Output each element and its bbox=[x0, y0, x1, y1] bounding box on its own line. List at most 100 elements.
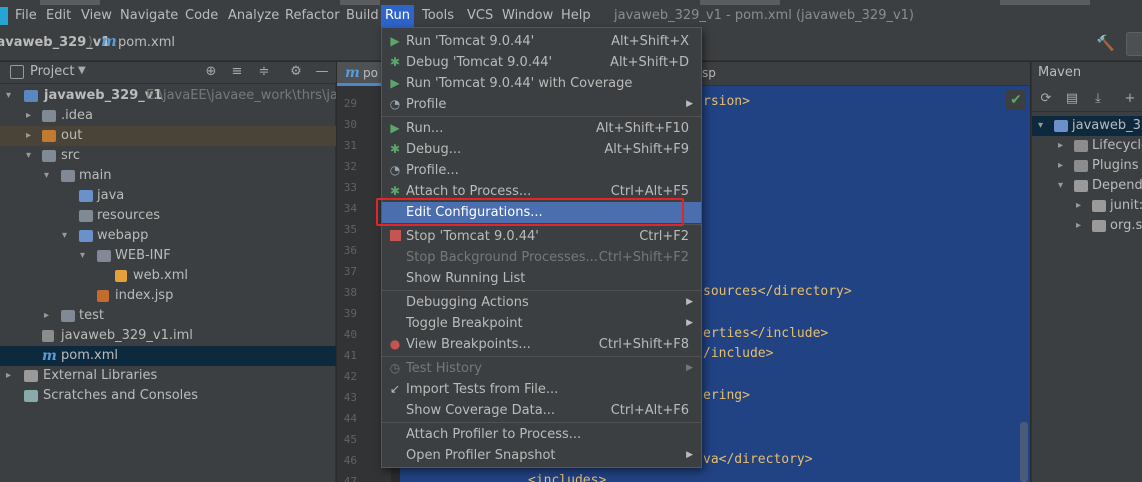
add-icon[interactable]: + bbox=[1122, 91, 1138, 107]
tree-node-resources[interactable]: resources bbox=[0, 206, 336, 226]
menu-help[interactable]: Help bbox=[557, 5, 595, 27]
expand-arrow-icon[interactable]: ▾ bbox=[80, 246, 92, 266]
menu-view[interactable]: View bbox=[77, 5, 116, 27]
menu-item-profile-submenu[interactable]: ◔ Profile ▶ bbox=[382, 94, 701, 115]
tree-label: WEB-INF bbox=[115, 248, 171, 263]
menu-item-stop-tomcat[interactable]: Stop 'Tomcat 9.0.44' Ctrl+F2 bbox=[382, 226, 701, 247]
source-folder-icon bbox=[79, 190, 93, 202]
menu-file[interactable]: File bbox=[11, 5, 41, 27]
menu-window[interactable]: Window bbox=[498, 5, 557, 27]
menu-item-run[interactable]: ▶ Run... Alt+Shift+F10 bbox=[382, 118, 701, 139]
collapse-arrow-icon[interactable]: ▸ bbox=[1058, 136, 1063, 156]
menu-item-test-history[interactable]: ◷ Test History ▶ bbox=[382, 358, 701, 379]
download-icon[interactable]: ⤓ bbox=[1090, 91, 1106, 107]
maven-node-project[interactable]: ▾ javaweb_329 bbox=[1032, 116, 1142, 136]
tree-node-iml[interactable]: javaweb_329_v1.iml bbox=[0, 326, 336, 346]
editor-tab-index-jsp[interactable]: sp bbox=[702, 66, 716, 80]
expand-arrow-icon[interactable]: ▾ bbox=[6, 86, 18, 106]
folder-settings-icon[interactable]: ▤ bbox=[1064, 91, 1080, 107]
menu-item-show-coverage-data[interactable]: Show Coverage Data... Ctrl+Alt+F6 bbox=[382, 400, 701, 421]
expand-arrow-icon[interactable]: ▾ bbox=[26, 146, 38, 166]
tree-node-scratches[interactable]: Scratches and Consoles bbox=[0, 386, 336, 406]
editor-tab-pom-xml[interactable]: m po bbox=[337, 62, 381, 86]
menu-analyze[interactable]: Analyze bbox=[224, 5, 283, 27]
collapse-arrow-icon[interactable]: ▸ bbox=[26, 106, 38, 126]
tree-node-webapp[interactable]: ▾ webapp bbox=[0, 226, 336, 246]
menu-item-import-tests[interactable]: ↙ Import Tests from File... bbox=[382, 379, 701, 400]
inspection-ok-icon[interactable]: ✔ bbox=[1006, 90, 1026, 110]
maven-node-spring[interactable]: ▸ org.sp bbox=[1032, 216, 1142, 236]
tree-node-src[interactable]: ▾ src bbox=[0, 146, 336, 166]
tree-node-out[interactable]: ▸ out bbox=[0, 126, 336, 146]
run-config-selector[interactable] bbox=[1126, 32, 1142, 56]
project-panel-title[interactable]: Project bbox=[30, 64, 74, 79]
menu-item-profile[interactable]: ◔ Profile... bbox=[382, 160, 701, 181]
maven-node-junit[interactable]: ▸ junit:ju bbox=[1032, 196, 1142, 216]
maven-project-icon bbox=[1054, 120, 1068, 132]
menu-item-toggle-breakpoint[interactable]: Toggle Breakpoint ▶ bbox=[382, 313, 701, 334]
menu-item-view-breakpoints[interactable]: ● View Breakpoints... Ctrl+Shift+F8 bbox=[382, 334, 701, 355]
tree-node-test[interactable]: ▸ test bbox=[0, 306, 336, 326]
menu-tools[interactable]: Tools bbox=[418, 5, 458, 27]
tree-node-index-jsp[interactable]: index.jsp bbox=[0, 286, 336, 306]
menu-item-label: Stop Background Processes... bbox=[406, 250, 598, 265]
menu-edit[interactable]: Edit bbox=[42, 5, 75, 27]
menu-item-label: Run 'Tomcat 9.0.44' bbox=[406, 34, 535, 49]
maven-node-plugins[interactable]: ▸ Plugins bbox=[1032, 156, 1142, 176]
library-icon bbox=[1092, 220, 1106, 232]
menu-vcs[interactable]: VCS bbox=[463, 5, 497, 27]
menu-item-run-tomcat[interactable]: ▶ Run 'Tomcat 9.0.44' Alt+Shift+X bbox=[382, 31, 701, 52]
menu-item-stop-background-processes[interactable]: Stop Background Processes... Ctrl+Shift+… bbox=[382, 247, 701, 268]
line-number: 42 bbox=[343, 370, 357, 383]
xml-file-icon bbox=[115, 270, 127, 282]
breadcrumb-file[interactable]: pom.xml bbox=[118, 35, 175, 50]
tree-node-pom-xml[interactable]: m pom.xml bbox=[0, 346, 336, 366]
menu-run[interactable]: Run bbox=[381, 5, 414, 27]
collapse-all-icon[interactable]: ≡ bbox=[229, 64, 245, 80]
menu-item-run-with-coverage[interactable]: ▶ Run 'Tomcat 9.0.44' with Coverage bbox=[382, 73, 701, 94]
build-hammer-icon[interactable]: 🔨 bbox=[1096, 34, 1115, 52]
editor-scrollbar[interactable] bbox=[1020, 422, 1028, 482]
expand-arrow-icon[interactable]: ▾ bbox=[62, 226, 74, 246]
tree-node-project-root[interactable]: ▾ javaweb_329_v1 E:\javaEE\javaee_work\t… bbox=[0, 86, 336, 106]
collapse-arrow-icon[interactable]: ▸ bbox=[1076, 196, 1081, 216]
tree-node-web-xml[interactable]: web.xml bbox=[0, 266, 336, 286]
maven-node-lifecycle[interactable]: ▸ Lifecycle bbox=[1032, 136, 1142, 156]
menu-refactor[interactable]: Refactor bbox=[281, 5, 344, 27]
run-icon: ▶ bbox=[390, 121, 400, 135]
collapse-arrow-icon[interactable]: ▸ bbox=[6, 366, 18, 386]
minimize-icon[interactable]: — bbox=[314, 64, 330, 80]
menu-code[interactable]: Code bbox=[181, 5, 222, 27]
breadcrumb-project[interactable]: javaweb_329_v1 bbox=[0, 35, 110, 50]
tree-node-idea[interactable]: ▸ .idea bbox=[0, 106, 336, 126]
line-number: 31 bbox=[343, 139, 357, 152]
menu-item-debugging-actions[interactable]: Debugging Actions ▶ bbox=[382, 292, 701, 313]
collapse-arrow-icon[interactable]: ▸ bbox=[26, 126, 38, 146]
menu-item-attach-profiler[interactable]: Attach Profiler to Process... bbox=[382, 424, 701, 445]
line-number: 33 bbox=[343, 181, 357, 194]
reload-icon[interactable]: ⟳ bbox=[1038, 91, 1054, 107]
collapse-arrow-icon[interactable]: ▸ bbox=[44, 306, 56, 326]
expand-arrow-icon[interactable]: ▾ bbox=[1058, 176, 1063, 196]
expand-all-icon[interactable]: ≑ bbox=[256, 64, 272, 80]
menu-item-debug-tomcat[interactable]: ✱ Debug 'Tomcat 9.0.44' Alt+Shift+D bbox=[382, 52, 701, 73]
menu-item-show-running-list[interactable]: Show Running List bbox=[382, 268, 701, 289]
attach-icon: ✱ bbox=[389, 184, 401, 198]
collapse-arrow-icon[interactable]: ▸ bbox=[1076, 216, 1081, 236]
tree-node-web-inf[interactable]: ▾ WEB-INF bbox=[0, 246, 336, 266]
tree-node-java[interactable]: java bbox=[0, 186, 336, 206]
line-number: 45 bbox=[343, 433, 357, 446]
menu-item-open-profiler-snapshot[interactable]: Open Profiler Snapshot ▶ bbox=[382, 445, 701, 466]
locate-icon[interactable]: ⊕ bbox=[203, 64, 219, 80]
expand-arrow-icon[interactable]: ▾ bbox=[1038, 116, 1043, 136]
gear-icon[interactable]: ⚙ bbox=[288, 64, 304, 80]
menu-item-debug[interactable]: ✱ Debug... Alt+Shift+F9 bbox=[382, 139, 701, 160]
expand-arrow-icon[interactable]: ▾ bbox=[44, 166, 56, 186]
tree-node-main[interactable]: ▾ main bbox=[0, 166, 336, 186]
collapse-arrow-icon[interactable]: ▸ bbox=[1058, 156, 1063, 176]
menu-navigate[interactable]: Navigate bbox=[116, 5, 182, 27]
menu-build[interactable]: Build bbox=[342, 5, 383, 27]
tree-node-external-libraries[interactable]: ▸ External Libraries bbox=[0, 366, 336, 386]
chevron-down-icon[interactable]: ▼ bbox=[78, 65, 86, 76]
maven-node-dependencies[interactable]: ▾ Depende bbox=[1032, 176, 1142, 196]
